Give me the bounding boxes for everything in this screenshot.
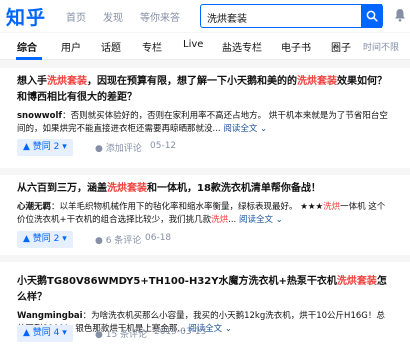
tab-ebooks[interactable]: 电子书 [281, 39, 311, 54]
card-divider [0, 255, 410, 262]
search-button[interactable] [361, 4, 383, 28]
comment-button[interactable]: ● 添加评论 [95, 141, 142, 154]
upvote-button[interactable]: ▲ 赞同 2 ▾ [17, 231, 73, 248]
notification-icon[interactable] [394, 8, 406, 22]
nav-waiting-answers[interactable]: 等你来答 [140, 9, 180, 24]
tab-users[interactable]: 用户 [61, 39, 81, 54]
tab-salt-columns[interactable]: 盐选专栏 [222, 39, 262, 54]
read-more-link[interactable]: 阅读全文 ⌄ [239, 215, 283, 225]
result-card: 小天鹅TG80V86WMDY5+TH100-H32Y水魔方洗衣机+热泵干衣机洗烘… [0, 262, 410, 357]
top-bar: 知乎 首页 发现 等你来答 洗烘套装 [0, 0, 410, 32]
author-name[interactable]: Wangmingbai [17, 311, 83, 321]
time-filter-label: 时间不限 [363, 43, 400, 53]
result-excerpt[interactable]: snowwolf：否则就买体验好的，否则在家利用率不高还占地方。 烘干机本来就是… [17, 110, 393, 136]
result-date: 2019-03-13 [154, 327, 207, 337]
result-title[interactable]: 想入手洗烘套装，因现在预算有限，想了解一下小天鹅和美的的洗烘套装效果如何？和博西… [17, 74, 393, 106]
read-more-link[interactable]: 阅读全文 ⌄ [223, 124, 267, 134]
tab-topics[interactable]: 话题 [101, 39, 121, 54]
result-excerpt[interactable]: 心潮无羁：以羊毛织物机械作用下的毡化率和缩水率衡量，绿标表现最好。 ★★★洗烘一… [17, 201, 393, 227]
zhihu-logo[interactable]: 知乎 [6, 3, 46, 30]
upvote-button[interactable]: ▲ 赞同 2 ▾ [17, 139, 73, 156]
search-value: 洗烘套装 [207, 14, 247, 25]
tab-live[interactable]: Live [183, 39, 203, 50]
result-title[interactable]: 从六百到三万，涵盖洗烘套装和一体机，18款洗衣机清单帮你备战！ [17, 181, 393, 197]
comment-button[interactable]: ● 6 条评论 [95, 233, 141, 246]
search-tabs: 综合 用户 话题 专栏 Live 盐选专栏 电子书 圈子 时间不限 [0, 33, 410, 60]
result-title[interactable]: 小天鹅TG80V86WMDY5+TH100-H32Y水魔方洗衣机+热泵干衣机洗烘… [17, 274, 393, 306]
author-name[interactable]: snowwolf [17, 111, 62, 121]
tab-circles[interactable]: 圈子 [331, 39, 351, 54]
nav-home[interactable]: 首页 [66, 9, 86, 24]
active-tab-indicator [16, 57, 42, 60]
result-date: 06-18 [145, 233, 172, 243]
upvote-button[interactable]: ▲ 赞同 4 ▾ [17, 325, 73, 342]
nav-discover[interactable]: 发现 [103, 9, 123, 24]
comment-button[interactable]: ● 15 条评论 [95, 327, 147, 340]
card-divider [0, 168, 410, 175]
search-icon [366, 10, 378, 22]
author-name[interactable]: 心潮无羁 [17, 202, 51, 212]
tab-overall[interactable]: 综合 [17, 39, 37, 54]
result-date: 05-12 [150, 141, 177, 151]
time-filter-dropdown[interactable]: 时间不限 [363, 40, 399, 53]
search-input[interactable]: 洗烘套装 [200, 4, 382, 28]
tab-columns[interactable]: 专栏 [142, 39, 162, 54]
